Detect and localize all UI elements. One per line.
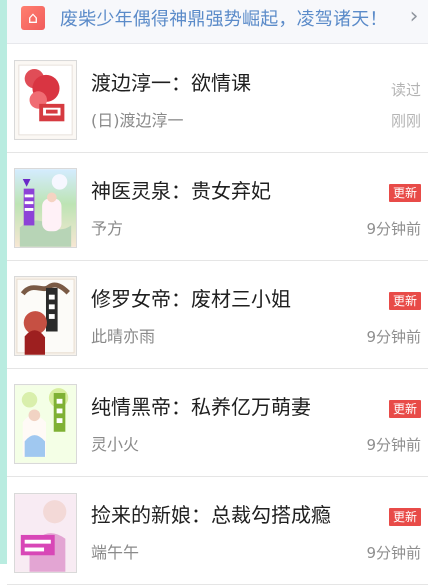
book-title[interactable]: 神医灵泉：贵女弃妃 xyxy=(91,175,271,204)
update-time: 9分钟前 xyxy=(366,220,421,238)
update-badge: 更新 xyxy=(388,508,421,526)
chevron-right-icon[interactable]: › xyxy=(400,2,428,30)
book-cover[interactable] xyxy=(14,60,77,140)
book-title[interactable]: 修罗女帝：废材三小姐 xyxy=(91,283,291,312)
book-author: 予方 xyxy=(91,219,124,238)
update-badge: 更新 xyxy=(388,184,421,202)
book-cover[interactable] xyxy=(14,384,77,464)
book-cover-art-5 xyxy=(15,494,76,572)
book-item[interactable]: 捡来的新娘：总裁勾搭成瘾 端午午 更新 9分钟前 xyxy=(7,477,428,585)
book-cover-art-3 xyxy=(15,277,76,355)
promo-banner[interactable]: ⌂ 废柴少年偶得神鼎强势崛起，凌驾诸天！ › xyxy=(7,0,428,44)
book-cover[interactable] xyxy=(14,168,77,248)
update-badge: 更新 xyxy=(388,292,421,310)
book-title[interactable]: 渡边淳一：欲情课 xyxy=(91,67,251,96)
book-list: 渡边淳一：欲情课 (日)渡边淳一 读过 刚刚 神医灵泉：贵女弃妃 予方 更新 9… xyxy=(7,45,428,585)
update-time: 9分钟前 xyxy=(366,544,421,562)
book-item[interactable]: 修罗女帝：废材三小姐 此晴亦雨 更新 9分钟前 xyxy=(7,261,428,369)
book-item[interactable]: 渡边淳一：欲情课 (日)渡边淳一 读过 刚刚 xyxy=(7,45,428,153)
read-status: 读过 xyxy=(390,81,421,99)
left-accent-stripe xyxy=(0,0,7,564)
book-item[interactable]: 神医灵泉：贵女弃妃 予方 更新 9分钟前 xyxy=(7,153,428,261)
book-title[interactable]: 捡来的新娘：总裁勾搭成瘾 xyxy=(91,499,331,528)
update-badge: 更新 xyxy=(388,400,421,418)
flame-icon: ⌂ xyxy=(21,6,45,30)
book-author: (日)渡边淳一 xyxy=(91,111,184,130)
book-cover[interactable] xyxy=(14,276,77,356)
book-author: 灵小火 xyxy=(91,435,140,454)
update-time: 9分钟前 xyxy=(366,436,421,454)
book-author: 此晴亦雨 xyxy=(91,327,156,346)
promo-banner-text[interactable]: 废柴少年偶得神鼎强势崛起，凌驾诸天！ xyxy=(60,5,388,31)
book-author: 端午午 xyxy=(91,543,140,562)
update-time: 9分钟前 xyxy=(366,328,421,346)
book-cover-art-1 xyxy=(15,61,76,139)
book-cover-art-2 xyxy=(15,169,76,247)
book-title[interactable]: 纯情黑帝：私养亿万萌妻 xyxy=(91,391,311,420)
book-cover-art-4 xyxy=(15,385,76,463)
read-time: 刚刚 xyxy=(390,112,421,130)
book-item[interactable]: 纯情黑帝：私养亿万萌妻 灵小火 更新 9分钟前 xyxy=(7,369,428,477)
book-cover[interactable] xyxy=(14,493,77,573)
